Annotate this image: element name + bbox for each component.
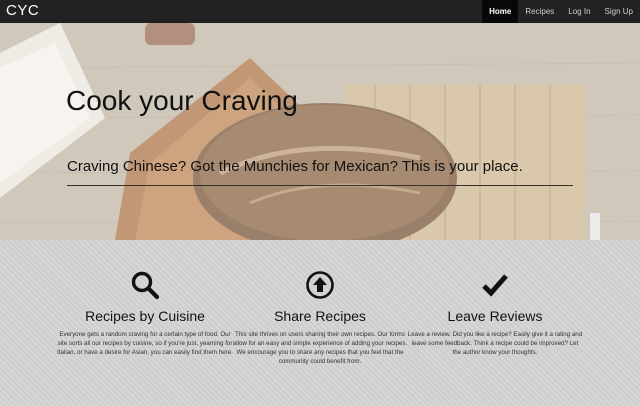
feature-text: Everyone gets a random craving for a cer… <box>57 331 233 356</box>
nav-recipes[interactable]: Recipes <box>518 0 561 23</box>
nav-home[interactable]: Home <box>482 0 519 23</box>
hero-banner: Cook your Craving Craving Chinese? Got t… <box>0 23 640 240</box>
hero-title: Cook your Craving <box>66 85 298 116</box>
navbar: CYC Home Recipes Log In Sign Up <box>0 0 640 24</box>
checkmark-icon <box>482 274 508 297</box>
hero-background-image <box>0 23 640 240</box>
nav-signup[interactable]: Sign Up <box>598 0 640 23</box>
hero-subtitle: Craving Chinese? Got the Munchies for Me… <box>67 158 523 175</box>
feature-title: Share Recipes <box>274 308 366 324</box>
nav-login[interactable]: Log In <box>561 0 597 23</box>
nav-links: Home Recipes Log In Sign Up <box>482 0 640 23</box>
feature-title: Recipes by Cuisine <box>85 308 205 324</box>
feature-title: Leave Reviews <box>447 308 543 324</box>
hero-divider <box>67 185 573 186</box>
upload-circle-icon <box>306 271 334 299</box>
feature-text: This site thrives on users sharing their… <box>232 331 408 365</box>
search-icon <box>131 271 160 300</box>
feature-text: Leave a review. Did you like a recipe? E… <box>407 331 583 356</box>
features-section: Recipes by Cuisine Everyone gets a rando… <box>0 240 640 406</box>
brand-logo[interactable]: CYC <box>6 2 39 19</box>
